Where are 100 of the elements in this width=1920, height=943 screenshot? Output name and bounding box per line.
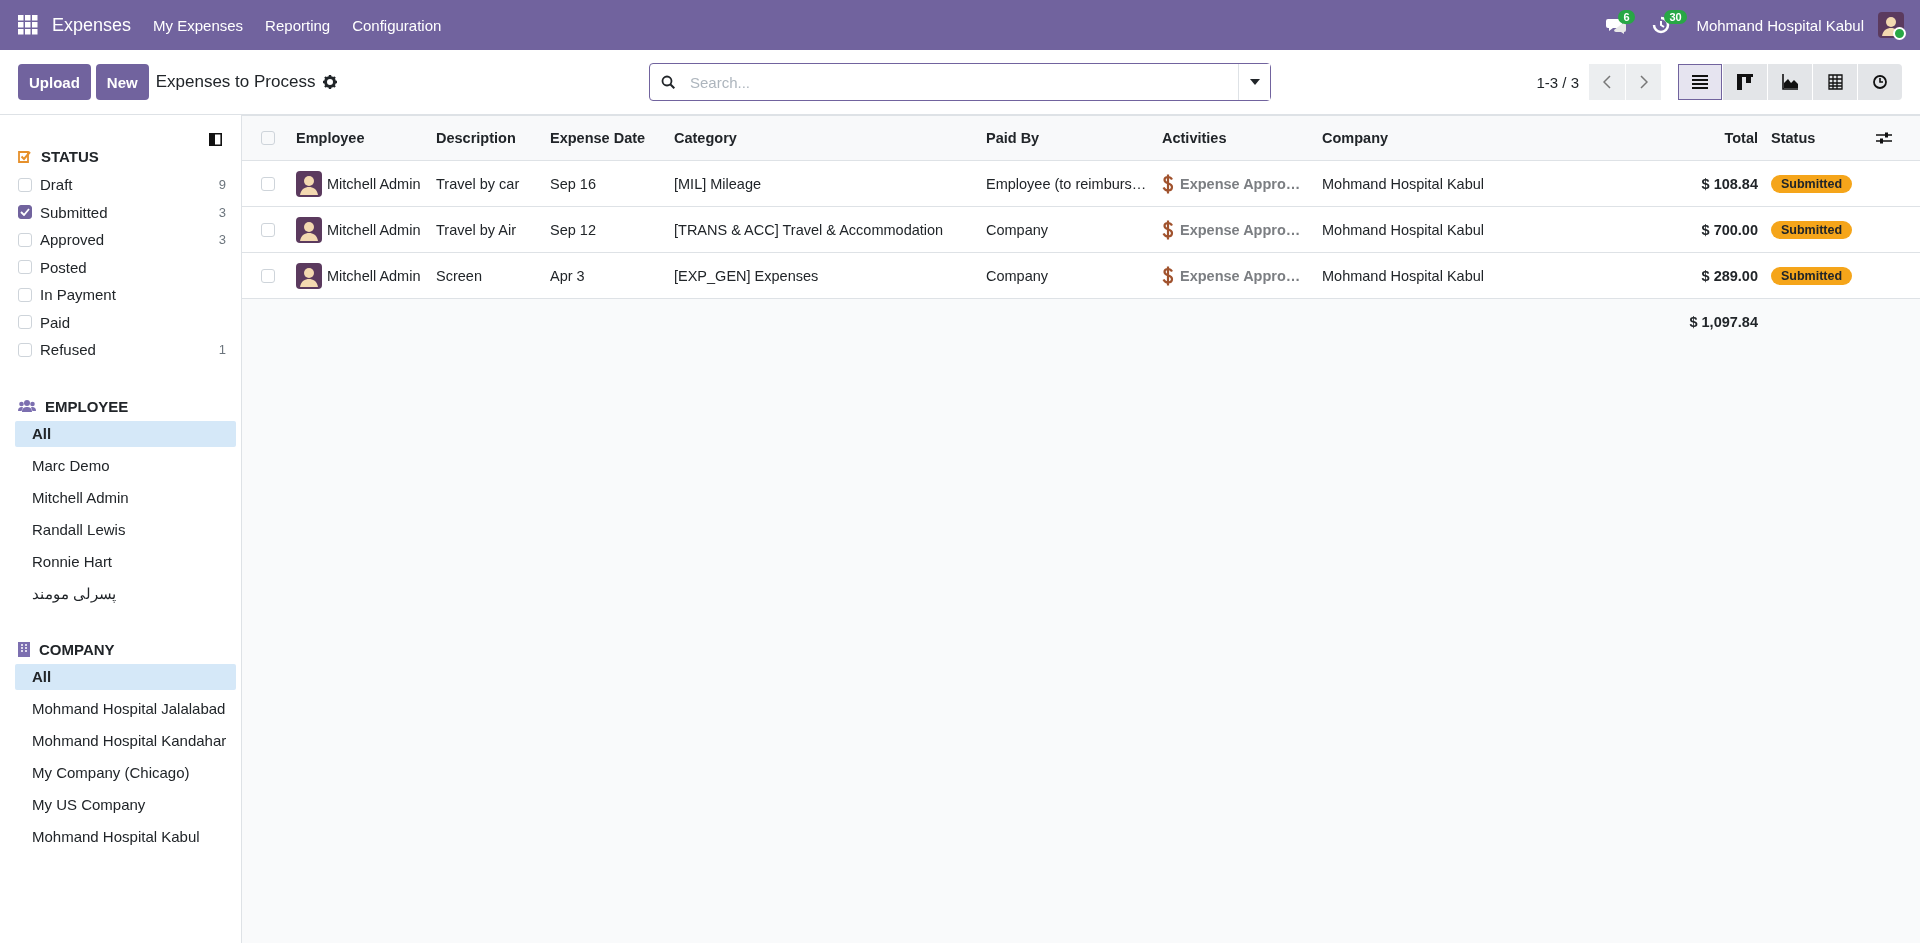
chevron-left-icon — [1603, 75, 1611, 89]
status-badge: Submitted — [1771, 266, 1853, 285]
column-header[interactable]: Status — [1764, 115, 1869, 161]
kanban-icon — [1737, 74, 1753, 90]
column-header[interactable]: Paid By — [979, 115, 1155, 161]
filter-item[interactable]: Ronnie Hart — [15, 548, 236, 575]
grand-total: $ 1,097.84 — [1688, 313, 1759, 332]
activity-label[interactable]: Expense Appro… — [1180, 175, 1301, 192]
filter-section-title: EMPLOYEE — [45, 397, 129, 415]
status-badge: Submitted — [1771, 174, 1853, 193]
checkbox-icon — [18, 149, 32, 164]
menu-item[interactable]: Configuration — [352, 16, 442, 34]
avatar-icon — [296, 216, 322, 243]
clock-icon[interactable] — [1652, 16, 1671, 34]
expense-date: Sep 12 — [543, 207, 667, 253]
message-count-badge: 6 — [1618, 10, 1635, 24]
dollar-icon[interactable] — [1162, 265, 1174, 286]
area-chart-icon — [1782, 74, 1798, 90]
user-avatar-icon[interactable] — [1878, 12, 1904, 38]
total-amount: $ 108.84 — [1659, 161, 1764, 207]
status-badge: Submitted — [1771, 220, 1853, 239]
filter-section-title: STATUS — [41, 148, 99, 165]
view-switch-button[interactable] — [1678, 64, 1722, 100]
filter-item[interactable]: Mohmand Hospital Jalalabad — [15, 695, 236, 722]
description: Travel by Air — [429, 207, 543, 253]
menu-item[interactable]: Reporting — [265, 16, 331, 34]
column-settings-icon[interactable] — [1876, 131, 1892, 145]
select-all-checkbox[interactable] — [261, 131, 275, 145]
filter-item[interactable]: Randall Lewis — [15, 516, 236, 543]
caret-icon — [1249, 79, 1260, 85]
dollar-icon[interactable] — [1162, 219, 1174, 240]
row-checkbox[interactable] — [261, 176, 275, 191]
row-checkbox[interactable] — [261, 268, 275, 283]
column-header[interactable]: Total — [1659, 115, 1764, 161]
view-switch-button[interactable] — [1813, 64, 1857, 100]
filter-label[interactable]: Submitted — [40, 203, 219, 221]
column-header[interactable]: Description — [429, 115, 543, 161]
toolbar-button[interactable]: New — [95, 64, 149, 100]
search-field[interactable]: Search... — [649, 63, 1271, 101]
filter-item[interactable]: Mohmand Hospital Kabul — [15, 823, 236, 850]
search-dropdown-toggle[interactable] — [1238, 64, 1270, 100]
filter-item[interactable]: پسرلی مومند — [15, 580, 236, 607]
employee-name: Mitchell Admin — [327, 267, 421, 284]
building-icon — [18, 641, 30, 657]
filter-label[interactable]: Draft — [40, 176, 219, 194]
list-icon — [1692, 74, 1708, 90]
category: [TRANS & ACC] Travel & Accommodation — [667, 207, 979, 253]
people-icon — [18, 399, 36, 413]
filter-label[interactable]: Refused — [40, 341, 219, 359]
view-switch-button[interactable] — [1768, 64, 1812, 100]
expense-date: Sep 16 — [543, 161, 667, 207]
company-switcher[interactable]: Mohmand Hospital Kabul — [1696, 16, 1864, 34]
pager-value[interactable]: 1-3 / 3 — [1536, 73, 1579, 91]
menu-item[interactable]: My Expenses — [153, 16, 244, 34]
sidebar-toggle-icon[interactable] — [209, 133, 222, 146]
column-header[interactable]: Expense Date — [543, 115, 667, 161]
filter-count: 3 — [218, 204, 226, 220]
column-header[interactable]: Category — [667, 115, 979, 161]
filter-item[interactable]: My Company (Chicago) — [15, 759, 236, 786]
filter-checkbox[interactable] — [18, 205, 32, 220]
filter-item[interactable]: My US Company — [15, 791, 236, 818]
clock-icon — [1872, 74, 1888, 90]
filter-label[interactable]: In Payment — [40, 286, 226, 304]
toolbar-button[interactable]: Upload — [18, 64, 91, 100]
paid-by: Employee (to reimburs… — [979, 161, 1155, 207]
column-header[interactable]: Activities — [1155, 115, 1315, 161]
activity-label[interactable]: Expense Appro… — [1180, 221, 1301, 238]
page-title: Expenses to Process — [155, 72, 316, 92]
employee-name: Mitchell Admin — [327, 175, 421, 192]
category: [MIL] Mileage — [667, 161, 979, 207]
view-switch-button[interactable] — [1723, 64, 1767, 100]
filter-item[interactable]: All — [15, 420, 236, 447]
search-icon — [661, 75, 675, 89]
apps-menu-icon[interactable] — [18, 15, 38, 35]
activity-count-badge: 30 — [1664, 10, 1687, 24]
activity-label[interactable]: Expense Appro… — [1180, 267, 1301, 284]
column-header[interactable]: Company — [1315, 115, 1659, 161]
row-checkbox[interactable] — [261, 222, 275, 237]
app-name[interactable]: Expenses — [52, 14, 132, 36]
filter-label[interactable]: Posted — [40, 258, 226, 276]
paid-by: Company — [979, 207, 1155, 253]
filter-label[interactable]: Paid — [40, 313, 226, 331]
settings-icon[interactable] — [323, 75, 338, 89]
company: Mohmand Hospital Kabul — [1315, 161, 1659, 207]
filter-count: 3 — [218, 232, 226, 248]
avatar-icon — [296, 170, 322, 197]
filter-item[interactable]: All — [15, 663, 236, 690]
checkmark-icon — [20, 208, 30, 217]
filter-label[interactable]: Approved — [40, 231, 219, 249]
filter-count: 1 — [218, 342, 226, 358]
total-amount: $ 700.00 — [1659, 207, 1764, 253]
filter-item[interactable]: Mohmand Hospital Kandahar — [15, 727, 236, 754]
chevron-right-icon — [1639, 75, 1648, 89]
table-icon — [1827, 74, 1843, 90]
filter-item[interactable]: Marc Demo — [15, 452, 236, 479]
filter-item[interactable]: Mitchell Admin — [15, 484, 236, 511]
filter-count: 9 — [218, 177, 226, 193]
dollar-icon[interactable] — [1162, 173, 1174, 194]
view-switch-button[interactable] — [1858, 64, 1902, 100]
column-header[interactable]: Employee — [289, 115, 429, 161]
